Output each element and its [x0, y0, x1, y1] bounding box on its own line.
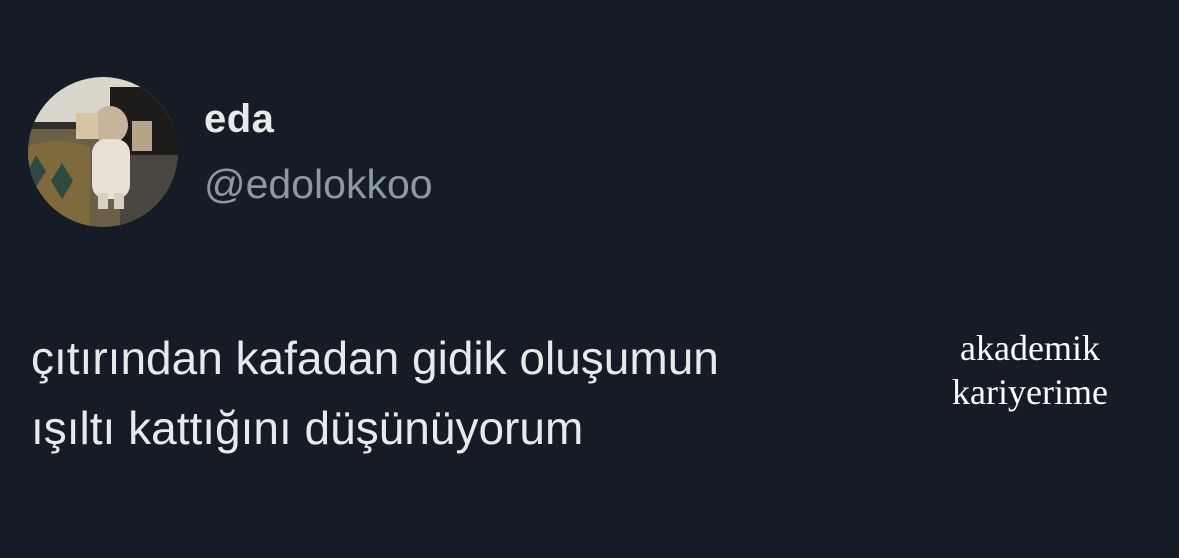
overlay-caption: akademik kariyerime	[905, 326, 1155, 414]
tweet-line: ışıltı kattığını düşünüyorum	[31, 402, 584, 454]
tweet-line: çıtırından kafadan gidik oluşumun	[31, 332, 719, 384]
display-name[interactable]: eda	[204, 99, 274, 139]
profile-avatar[interactable]	[28, 77, 178, 227]
tweet-text: çıtırından kafadan gidik oluşumun ışıltı…	[31, 323, 911, 463]
overlay-line: akademik	[960, 328, 1100, 368]
overlay-line: kariyerime	[952, 372, 1108, 412]
profile-photo-icon	[28, 77, 178, 227]
username-handle[interactable]: @edolokkoo	[204, 164, 433, 205]
